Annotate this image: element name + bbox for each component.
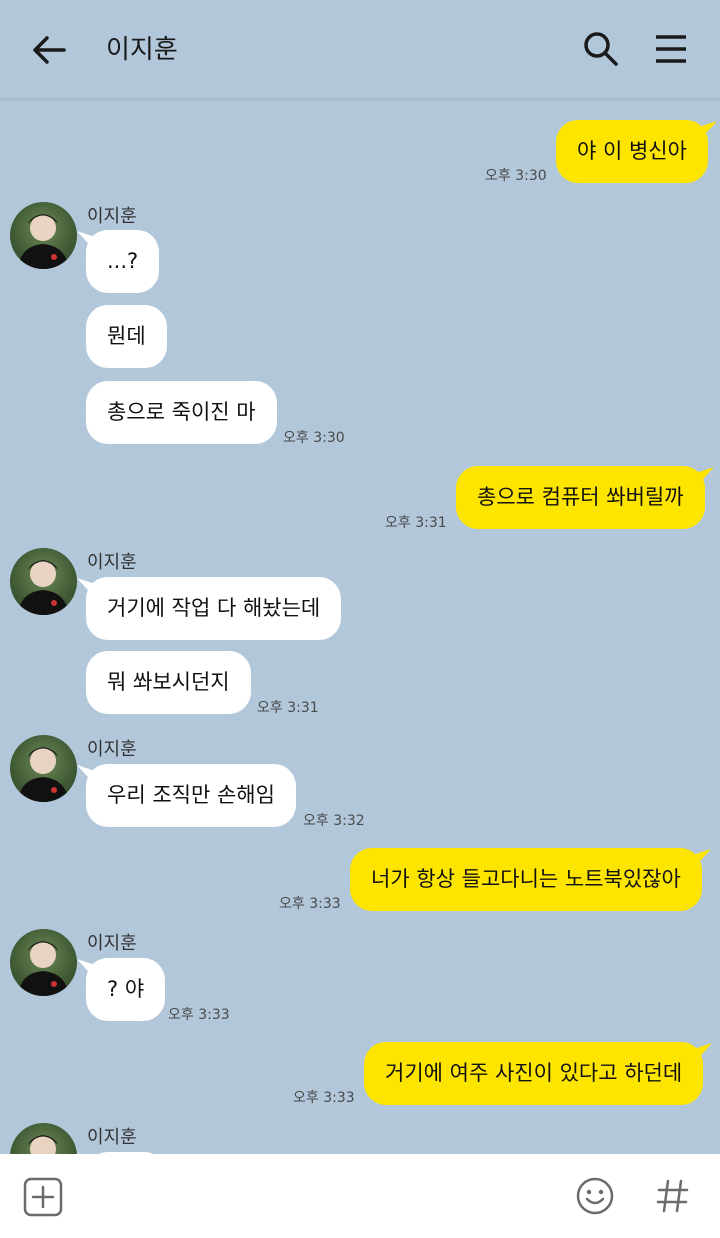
avatar[interactable] bbox=[10, 202, 77, 269]
back-arrow-icon[interactable] bbox=[30, 30, 70, 70]
hashtag-icon[interactable] bbox=[652, 1175, 694, 1221]
sender-name: 이지훈 bbox=[87, 552, 137, 573]
message-time: 오후 3:33 bbox=[279, 896, 341, 912]
sender-name: 이지훈 bbox=[87, 933, 137, 954]
message-time: 오후 3:32 bbox=[303, 813, 365, 829]
message-time: 오후 3:33 bbox=[168, 1007, 230, 1023]
their-message-bubble[interactable]: 뭐 쏴보시던지 bbox=[86, 651, 251, 714]
message-time: 오후 3:33 bbox=[293, 1090, 355, 1106]
plus-square-icon[interactable] bbox=[22, 1176, 64, 1222]
their-message-bubble[interactable]: 뭔데 bbox=[86, 305, 167, 368]
chat-messages-area[interactable]: 오후 3:30 야 이 병신아 이지훈 ...? 뭔데 총으로 죽이진 마 오후… bbox=[0, 98, 720, 1154]
message-time: 오후 3:31 bbox=[257, 700, 319, 716]
their-message-bubble[interactable]: 총으로 죽이진 마 bbox=[86, 381, 277, 444]
message-time: 오후 3:30 bbox=[485, 168, 547, 184]
their-message-bubble[interactable]: 우리 조직만 손해임 bbox=[86, 764, 296, 827]
their-message-bubble[interactable]: 거기에 작업 다 해놨는데 bbox=[86, 577, 342, 640]
smiley-icon[interactable] bbox=[574, 1175, 616, 1221]
sender-name: 이지훈 bbox=[87, 206, 137, 227]
chat-header: 이지훈 bbox=[0, 0, 720, 98]
my-message-bubble[interactable]: 총으로 컴퓨터 쏴버릴까 bbox=[456, 466, 705, 529]
avatar[interactable] bbox=[10, 1123, 77, 1154]
sender-name: 이지훈 bbox=[87, 1127, 137, 1148]
avatar[interactable] bbox=[10, 735, 77, 802]
their-message-bubble[interactable]: ...? bbox=[86, 230, 160, 293]
chat-title: 이지훈 bbox=[106, 35, 178, 65]
message-time: 오후 3:31 bbox=[385, 515, 447, 531]
their-message-bubble[interactable]: ? 야 bbox=[86, 958, 166, 1021]
avatar[interactable] bbox=[10, 548, 77, 615]
sender-name: 이지훈 bbox=[87, 739, 137, 760]
my-message-bubble[interactable]: 야 이 병신아 bbox=[556, 120, 708, 183]
my-message-bubble[interactable]: 너가 항상 들고다니는 노트북있잖아 bbox=[350, 848, 702, 911]
avatar[interactable] bbox=[10, 929, 77, 996]
message-time: 오후 3:30 bbox=[283, 430, 345, 446]
search-icon[interactable] bbox=[580, 28, 622, 70]
hamburger-menu-icon[interactable] bbox=[650, 28, 692, 70]
message-input-bar bbox=[0, 1154, 720, 1238]
my-message-bubble[interactable]: 거기에 여주 사진이 있다고 하던데 bbox=[364, 1042, 704, 1105]
